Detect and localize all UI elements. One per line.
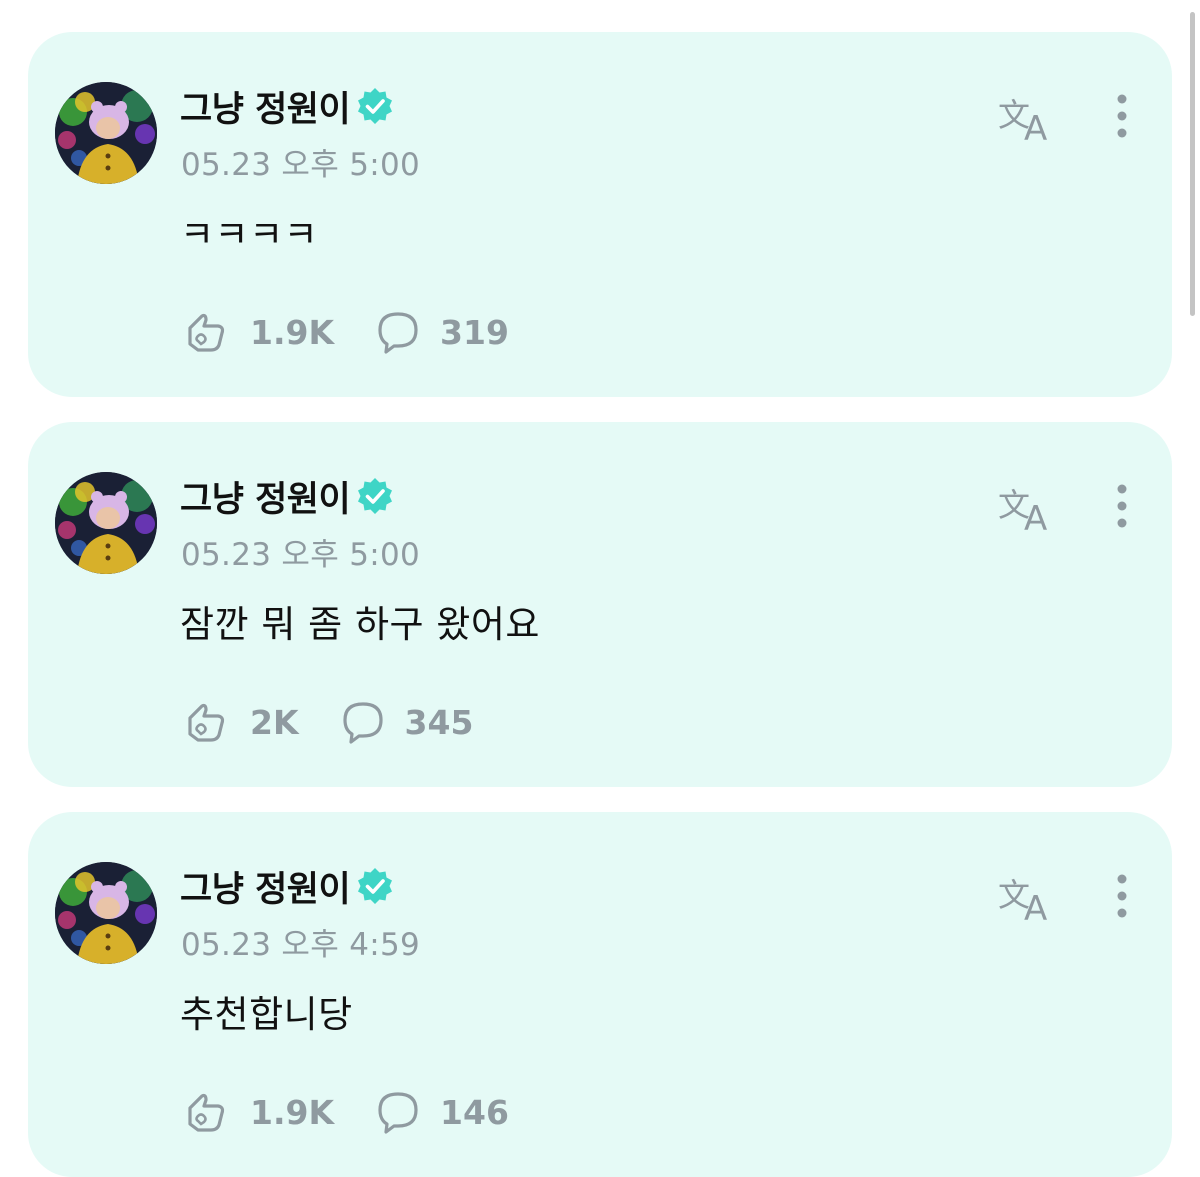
- post-timestamp: 05.23 오후 5:00: [181, 537, 421, 573]
- like-button[interactable]: 1.9K: [180, 1084, 334, 1140]
- like-icon: [180, 694, 236, 750]
- scrollbar[interactable]: [1190, 12, 1195, 316]
- post-card[interactable]: 그냥 정원이 05.23 오후 5:00 文 A 잠깐 뭐 좀 하구 왔어요 2…: [28, 422, 1172, 787]
- like-button[interactable]: 1.9K: [180, 304, 334, 360]
- author-row: 그냥 정원이: [180, 84, 396, 130]
- comment-icon: [370, 1084, 426, 1140]
- post-text: 잠깐 뭐 좀 하구 왔어요: [180, 603, 540, 646]
- post-text: 추천합니당: [180, 993, 353, 1036]
- svg-text:A: A: [1024, 889, 1047, 926]
- post-timestamp: 05.23 오후 4:59: [181, 927, 421, 963]
- more-vertical-icon[interactable]: [1106, 92, 1138, 142]
- like-count: 1.9K: [250, 1092, 335, 1132]
- comment-button[interactable]: 146: [370, 1084, 509, 1140]
- svg-text:A: A: [1024, 109, 1047, 146]
- comment-button[interactable]: 319: [370, 304, 509, 360]
- comment-count: 319: [440, 312, 509, 352]
- author-name[interactable]: 그냥 정원이: [180, 861, 351, 912]
- post-card[interactable]: 그냥 정원이 05.23 오후 4:59 文 A 추천합니당 1.9K 146: [28, 812, 1172, 1177]
- comment-count: 146: [440, 1092, 509, 1132]
- author-row: 그냥 정원이: [180, 864, 396, 910]
- avatar[interactable]: [55, 862, 157, 964]
- translate-icon[interactable]: 文 A: [994, 90, 1060, 149]
- author-name[interactable]: 그냥 정원이: [180, 471, 351, 522]
- comment-icon: [335, 694, 391, 750]
- avatar[interactable]: [55, 472, 157, 574]
- verified-badge-icon: [354, 475, 396, 517]
- post-text: ㅋㅋㅋㅋ: [180, 213, 319, 256]
- post-stats: 1.9K 319: [180, 304, 509, 360]
- avatar[interactable]: [55, 82, 157, 184]
- verified-badge-icon: [354, 85, 396, 127]
- post-card[interactable]: 그냥 정원이 05.23 오후 5:00 文 A ㅋㅋㅋㅋ 1.9K 319: [28, 32, 1172, 397]
- more-vertical-icon[interactable]: [1106, 482, 1138, 532]
- author-name[interactable]: 그냥 정원이: [180, 81, 351, 132]
- svg-text:A: A: [1024, 499, 1047, 536]
- comment-icon: [370, 304, 426, 360]
- post-feed: 그냥 정원이 05.23 오후 5:00 文 A ㅋㅋㅋㅋ 1.9K 319 그…: [0, 0, 1200, 1177]
- like-count: 1.9K: [250, 312, 335, 352]
- post-stats: 1.9K 146: [180, 1084, 509, 1140]
- comment-button[interactable]: 345: [335, 694, 474, 750]
- post-stats: 2K 345: [180, 694, 473, 750]
- like-icon: [180, 304, 236, 360]
- comment-count: 345: [404, 702, 474, 742]
- like-icon: [180, 1084, 236, 1140]
- translate-icon[interactable]: 文 A: [994, 480, 1060, 539]
- like-button[interactable]: 2K: [180, 694, 299, 750]
- verified-badge-icon: [354, 865, 396, 907]
- post-timestamp: 05.23 오후 5:00: [181, 147, 421, 183]
- more-vertical-icon[interactable]: [1106, 872, 1138, 922]
- like-count: 2K: [250, 702, 299, 742]
- translate-icon[interactable]: 文 A: [994, 870, 1060, 929]
- author-row: 그냥 정원이: [180, 474, 396, 520]
